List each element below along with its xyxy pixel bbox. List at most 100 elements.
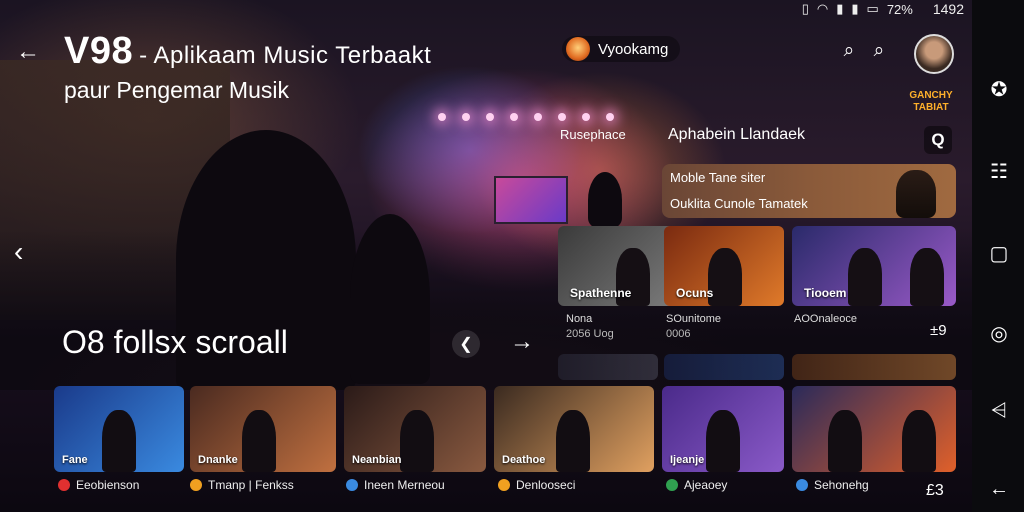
search-icon[interactable]: ⌕ [868, 40, 890, 62]
row-card-caption: Ijeanje [670, 454, 705, 466]
row-card[interactable]: Ijeanje [662, 386, 784, 472]
row-label: Sehonehg [796, 478, 869, 492]
wifi-icon: ◠ [816, 1, 829, 16]
grid-card-meta: AOOnaleoce [794, 312, 857, 327]
page-title: V98- Aplikaam Music Terbaakt [64, 30, 431, 73]
row-label: Tmanp | Fenkss [190, 478, 294, 492]
meta-line: SOunitome [666, 313, 722, 325]
channel-icon [796, 479, 808, 491]
featured-line-1: Moble Tane siter [670, 170, 766, 185]
page-subtitle: paur Pengemar Musik [64, 77, 289, 103]
back-button[interactable]: ← [14, 38, 42, 66]
row-label: Ineen Merneou [346, 478, 445, 492]
artist-image [828, 410, 862, 472]
app-name: V98 [64, 30, 134, 72]
circle-icon[interactable]: ◎ [986, 320, 1012, 346]
featured-line-2: Ouklita Cunole Tamatek [670, 196, 808, 211]
row-card-caption: Fane [62, 454, 88, 466]
signal-icon: ▮ [851, 1, 859, 16]
user-chip[interactable]: Vyookamg [562, 36, 681, 62]
channel-icon [498, 479, 510, 491]
artist-image [242, 410, 276, 472]
music-app-screen: ▯ ◠ ▮ ▮ ▭ 72% 1492 ← V98- Aplikaam Music… [0, 0, 1024, 512]
grid-card-caption: Tiooem [804, 286, 847, 300]
apps-grid-icon[interactable]: ☷ [986, 158, 1012, 184]
row-card-caption: Deathoe [502, 454, 546, 466]
avatar[interactable] [914, 34, 954, 74]
row-card[interactable]: Dnanke [190, 386, 336, 472]
artist-image [910, 248, 944, 306]
foreground-person [350, 214, 430, 384]
row-card-caption: Dnanke [198, 454, 238, 466]
grid-card-caption: Spathenne [570, 286, 632, 300]
channel-icon [346, 479, 358, 491]
square-icon[interactable]: ▢ [986, 240, 1012, 266]
row-label-text: Ajeaoey [684, 478, 728, 492]
row-card-caption: Neanbian [352, 454, 402, 466]
chevron-left-icon: ❮ [459, 336, 473, 353]
search-icon[interactable]: Q [924, 126, 952, 154]
status-bar: ▯ ◠ ▮ ▮ ▭ 72% 1492 [802, 0, 964, 18]
user-chip-avatar [566, 37, 590, 61]
ghost-card [558, 354, 658, 380]
side-poster: GANCHY TABIAT [909, 90, 953, 113]
meta-line: 2056 Uog [566, 328, 614, 340]
arrow-left-icon: ← [16, 38, 40, 65]
artist-image [902, 410, 936, 472]
row-label-text: Tmanp | Fenkss [208, 478, 294, 492]
stage-performer [588, 172, 622, 228]
more-button[interactable]: £3 [926, 482, 944, 500]
panel-label: Rusephace [560, 127, 626, 142]
artist-image [102, 410, 136, 472]
stage-lights [430, 108, 640, 128]
row-label: Eeobienson [58, 478, 139, 492]
grid-card-caption: Ocuns [676, 286, 714, 300]
row-label: Denlooseci [498, 478, 575, 492]
artist-image [400, 410, 434, 472]
grid-card[interactable]: Ocuns [664, 226, 784, 306]
row-card[interactable]: Neanbian [344, 386, 486, 472]
channel-icon [58, 479, 70, 491]
row-card[interactable]: Deathoe [494, 386, 654, 472]
vibrate-icon: ▯ [801, 1, 809, 16]
meta-line: 0006 [666, 328, 691, 340]
meta-line: Nona [566, 313, 593, 325]
guitarist-image [896, 170, 936, 218]
more-button[interactable]: ±9 [930, 322, 947, 339]
share-icon[interactable]: ⩤ [986, 398, 1012, 424]
artist-image [556, 410, 590, 472]
user-chip-label: Vyookamg [598, 40, 669, 58]
row-label-text: Eeobienson [76, 478, 140, 492]
ghost-card [664, 354, 784, 380]
chevron-left-icon[interactable]: ‹ [14, 236, 23, 268]
row-label-text: Ineen Merneou [364, 478, 445, 492]
artist-image [706, 410, 740, 472]
battery-icon: ▭ [866, 1, 879, 16]
featured-card[interactable]: Moble Tane siter Ouklita Cunole Tamatek [662, 164, 956, 218]
row-label: Ajeaoey [666, 478, 727, 492]
row-card[interactable] [792, 386, 956, 472]
battery-percent: 72% [886, 1, 913, 17]
panel-title: Aphabein Llandaek [668, 126, 806, 143]
back-icon[interactable]: ← [986, 476, 1012, 502]
scroll-caption: O8 follsx scroall [62, 324, 288, 360]
clock: 1492 [932, 1, 964, 17]
channel-icon [190, 479, 202, 491]
system-rail: ✪ ☷ ▢ ◎ ⩤ ← [972, 0, 1024, 512]
row-label-text: Sehonehg [814, 478, 869, 492]
grid-card-meta: Nona 2056 Uog [566, 312, 614, 342]
row-label-text: Denlooseci [516, 478, 576, 492]
stage-screen [494, 176, 568, 224]
row-card[interactable]: Fane [54, 386, 184, 472]
ghost-card [792, 354, 956, 380]
grid-card[interactable]: Tiooem [792, 226, 956, 306]
app-tagline: - Aplikaam Music Terbaakt [139, 42, 432, 69]
channel-icon [666, 479, 678, 491]
arrow-right-icon[interactable]: → [510, 328, 534, 356]
assistant-icon[interactable]: ✪ [986, 76, 1012, 102]
scroll-prev-button[interactable]: ❮ [452, 330, 480, 358]
search-icon[interactable]: ⌕ [838, 40, 860, 62]
signal-icon: ▮ [836, 1, 844, 16]
meta-line: AOOnaleoce [794, 313, 857, 325]
artist-image [848, 248, 882, 306]
